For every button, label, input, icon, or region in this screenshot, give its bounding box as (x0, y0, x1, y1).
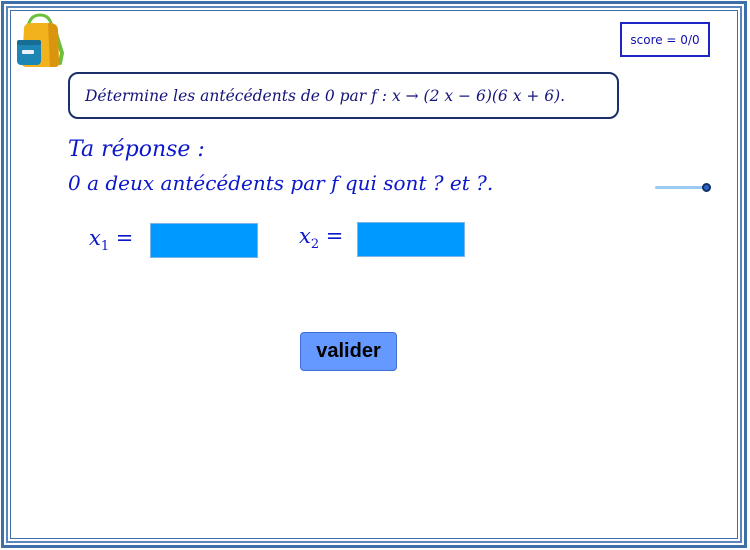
x1-input[interactable] (150, 223, 258, 258)
x1-equals: = (109, 226, 134, 250)
x1-var: x (89, 226, 101, 250)
score-display: score = 0/0 (620, 22, 710, 57)
x1-label: x1 = (89, 226, 133, 254)
x2-var: x (299, 224, 311, 248)
backpack-icon (14, 13, 66, 69)
x1-subscript: 1 (100, 239, 110, 255)
x2-input[interactable] (357, 222, 465, 257)
question-text: Détermine les antécédents de 0 par f : x… (85, 86, 566, 105)
x2-subscript: 2 (310, 237, 320, 253)
x2-label: x2 = (299, 224, 343, 252)
slider-track[interactable] (655, 186, 707, 189)
validate-button[interactable]: valider (300, 332, 397, 371)
slider-knob[interactable] (702, 183, 711, 192)
answer-heading: Ta réponse : (68, 137, 205, 162)
x2-equals: = (319, 224, 344, 248)
question-box: Détermine les antécédents de 0 par f : x… (68, 72, 619, 119)
answer-statement: 0 a deux antécédents par f qui sont ? et… (68, 171, 494, 195)
